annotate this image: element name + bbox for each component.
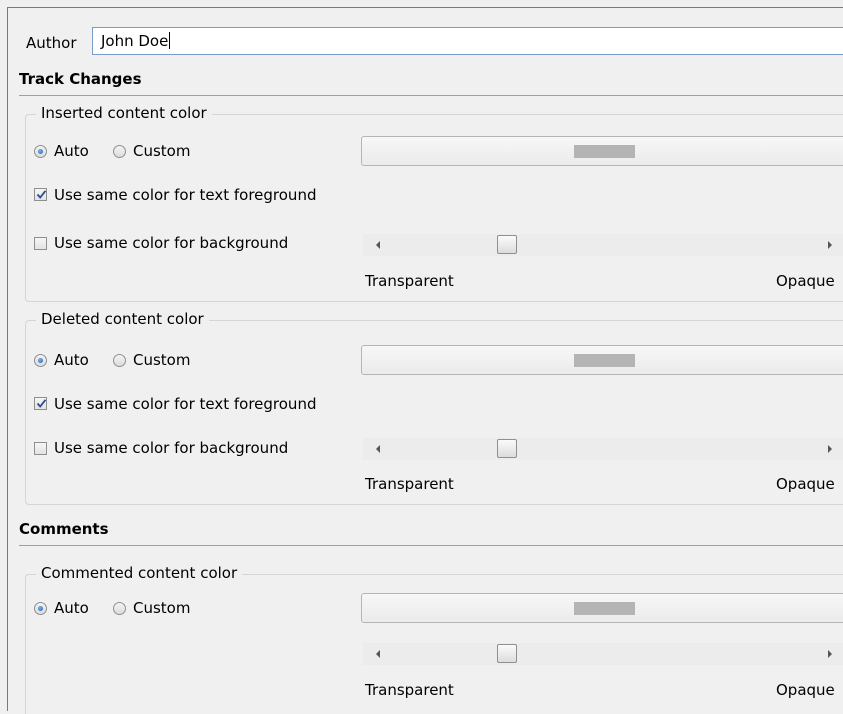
commented-color-swatch bbox=[574, 602, 635, 615]
inserted-auto-radio[interactable] bbox=[34, 145, 47, 158]
comments-divider bbox=[19, 545, 843, 546]
commented-color-legend: Commented content color bbox=[36, 564, 243, 582]
inserted-opacity-slider[interactable] bbox=[363, 234, 843, 256]
inserted-color-legend: Inserted content color bbox=[36, 104, 212, 122]
inserted-opaque-label: Opaque bbox=[776, 272, 835, 290]
deleted-custom-label[interactable]: Custom bbox=[133, 351, 190, 369]
slider-right-arrow-icon[interactable] bbox=[828, 650, 832, 658]
slider-left-arrow-icon[interactable] bbox=[376, 241, 380, 249]
inserted-background-label[interactable]: Use same color for background bbox=[54, 234, 288, 252]
comments-title: Comments bbox=[19, 520, 109, 538]
commented-opaque-label: Opaque bbox=[776, 681, 835, 699]
inserted-custom-label[interactable]: Custom bbox=[133, 142, 190, 160]
slider-right-arrow-icon[interactable] bbox=[828, 241, 832, 249]
checkmark-icon bbox=[36, 399, 47, 408]
track-changes-divider bbox=[19, 95, 843, 96]
slider-right-arrow-icon[interactable] bbox=[828, 445, 832, 453]
commented-custom-radio[interactable] bbox=[113, 602, 126, 615]
text-caret bbox=[169, 32, 171, 49]
deleted-color-swatch bbox=[574, 354, 635, 367]
deleted-color-legend: Deleted content color bbox=[36, 310, 209, 328]
slider-left-arrow-icon[interactable] bbox=[376, 650, 380, 658]
slider-left-arrow-icon[interactable] bbox=[376, 445, 380, 453]
author-label: Author bbox=[26, 34, 77, 52]
deleted-opacity-slider[interactable] bbox=[363, 438, 843, 460]
inserted-color-swatch bbox=[574, 145, 635, 158]
deleted-background-checkbox[interactable] bbox=[34, 442, 47, 455]
inserted-foreground-label[interactable]: Use same color for text foreground bbox=[54, 186, 316, 204]
inserted-auto-label[interactable]: Auto bbox=[54, 142, 89, 160]
commented-color-button[interactable] bbox=[361, 593, 843, 623]
commented-transparent-label: Transparent bbox=[365, 681, 454, 699]
inserted-transparent-label: Transparent bbox=[365, 272, 454, 290]
commented-custom-label[interactable]: Custom bbox=[133, 599, 190, 617]
commented-opacity-slider[interactable] bbox=[363, 643, 843, 665]
inserted-foreground-checkbox[interactable] bbox=[34, 188, 47, 201]
deleted-opaque-label: Opaque bbox=[776, 475, 835, 493]
deleted-transparent-label: Transparent bbox=[365, 475, 454, 493]
deleted-auto-label[interactable]: Auto bbox=[54, 351, 89, 369]
inserted-opacity-thumb[interactable] bbox=[497, 235, 518, 254]
deleted-foreground-label[interactable]: Use same color for text foreground bbox=[54, 395, 316, 413]
preferences-panel: Author John Doe Track Changes Inserted c… bbox=[7, 7, 843, 714]
deleted-color-button[interactable] bbox=[361, 345, 843, 375]
checkmark-icon bbox=[36, 190, 47, 199]
inserted-custom-radio[interactable] bbox=[113, 145, 126, 158]
track-changes-title: Track Changes bbox=[19, 70, 142, 88]
inserted-background-checkbox[interactable] bbox=[34, 237, 47, 250]
author-input[interactable]: John Doe bbox=[92, 27, 843, 55]
deleted-foreground-checkbox[interactable] bbox=[34, 397, 47, 410]
commented-auto-radio[interactable] bbox=[34, 602, 47, 615]
deleted-opacity-thumb[interactable] bbox=[497, 439, 518, 458]
inserted-color-button[interactable] bbox=[361, 136, 843, 166]
author-value: John Doe bbox=[101, 32, 169, 50]
deleted-auto-radio[interactable] bbox=[34, 354, 47, 367]
commented-opacity-thumb[interactable] bbox=[497, 644, 518, 663]
deleted-custom-radio[interactable] bbox=[113, 354, 126, 367]
commented-auto-label[interactable]: Auto bbox=[54, 599, 89, 617]
deleted-background-label[interactable]: Use same color for background bbox=[54, 439, 288, 457]
